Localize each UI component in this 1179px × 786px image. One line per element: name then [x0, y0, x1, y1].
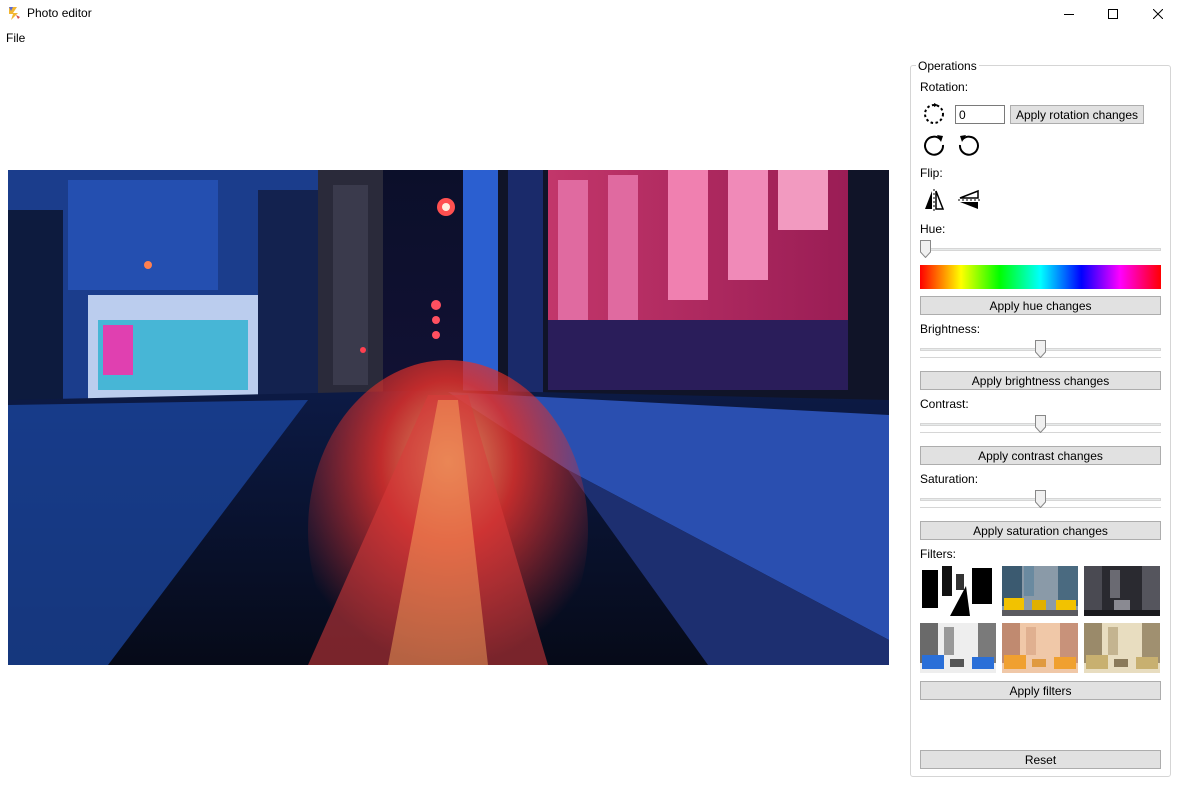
rotate-clockwise-button[interactable]	[921, 131, 947, 157]
maximize-icon	[1108, 9, 1118, 19]
reset-button[interactable]: Reset	[920, 750, 1161, 769]
apply-filters-button[interactable]: Apply filters	[920, 681, 1161, 700]
rotate-counterclockwise-button[interactable]	[956, 131, 982, 157]
flip-vertical-button[interactable]	[956, 187, 982, 213]
close-icon	[1153, 9, 1163, 19]
contrast-slider-thumb[interactable]	[1035, 415, 1046, 433]
maximize-button[interactable]	[1090, 0, 1136, 28]
apply-brightness-button[interactable]: Apply brightness changes	[920, 371, 1161, 390]
saturation-label: Saturation:	[920, 472, 979, 486]
flip-vertical-icon	[958, 189, 980, 209]
brightness-slider[interactable]	[920, 340, 1161, 360]
minimize-icon	[1064, 14, 1074, 15]
flip-horizontal-icon	[925, 189, 945, 211]
rotate-custom-button[interactable]	[921, 101, 947, 127]
filter-preview-image	[1084, 566, 1160, 616]
brightness-label: Brightness:	[920, 322, 981, 336]
window-title: Photo editor	[27, 6, 92, 20]
hue-label: Hue:	[920, 222, 946, 236]
filter-thumbnail-warm[interactable]	[1002, 623, 1078, 673]
minimize-button[interactable]	[1046, 0, 1092, 28]
filter-thumbnail-black-white[interactable]	[920, 566, 996, 616]
filter-preview-image	[920, 566, 996, 616]
filter-preview-image	[1002, 566, 1078, 616]
apply-rotation-button[interactable]: Apply rotation changes	[1010, 105, 1144, 124]
filter-preview-image	[1002, 623, 1078, 673]
city-street-photo	[8, 170, 889, 665]
flip-horizontal-button[interactable]	[921, 187, 947, 213]
hue-slider-thumb[interactable]	[920, 240, 931, 258]
photo-canvas[interactable]	[8, 170, 889, 665]
saturation-slider[interactable]	[920, 490, 1161, 510]
rotate-counterclockwise-icon	[958, 135, 979, 156]
filter-thumbnail-sketch[interactable]	[920, 623, 996, 673]
menu-bar: File	[0, 28, 1179, 48]
menu-file[interactable]: File	[6, 31, 25, 45]
contrast-label: Contrast:	[920, 397, 969, 411]
filter-thumbnail-original[interactable]	[1002, 566, 1078, 616]
close-button[interactable]	[1135, 0, 1179, 28]
hue-slider[interactable]	[920, 240, 1161, 260]
filter-preview-image	[1084, 623, 1160, 673]
dashed-rotate-icon	[924, 103, 944, 124]
rotation-angle-input[interactable]	[955, 105, 1005, 124]
filters-label: Filters:	[920, 547, 956, 561]
apply-saturation-button[interactable]: Apply saturation changes	[920, 521, 1161, 540]
apply-hue-button[interactable]: Apply hue changes	[920, 296, 1161, 315]
flip-label: Flip:	[920, 166, 943, 180]
rotate-clockwise-icon	[924, 135, 945, 156]
hue-spectrum-bar	[920, 265, 1161, 289]
title-bar: Photo editor	[0, 0, 1179, 28]
brightness-slider-thumb[interactable]	[1035, 340, 1046, 358]
contrast-slider[interactable]	[920, 415, 1161, 435]
filter-thumbnail-sepia[interactable]	[1084, 623, 1160, 673]
operations-legend: Operations	[916, 59, 979, 73]
filter-thumbnail-dark[interactable]	[1084, 566, 1160, 616]
app-icon	[6, 5, 22, 21]
apply-contrast-button[interactable]: Apply contrast changes	[920, 446, 1161, 465]
saturation-slider-thumb[interactable]	[1035, 490, 1046, 508]
filter-preview-image	[920, 623, 996, 673]
rotation-label: Rotation:	[920, 80, 969, 94]
